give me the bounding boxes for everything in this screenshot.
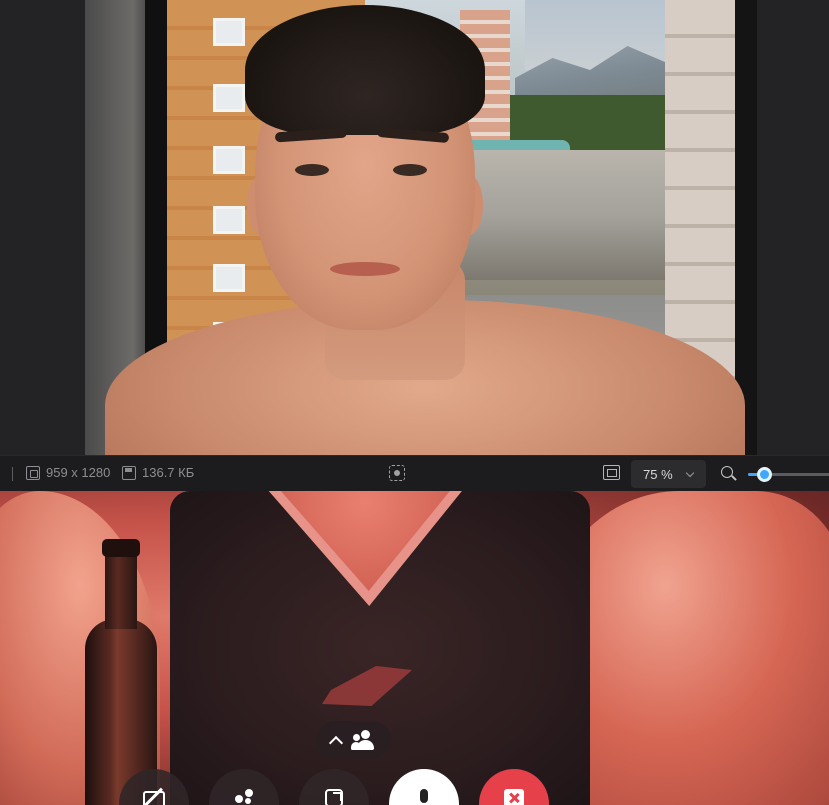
fit-to-window-icon[interactable] xyxy=(603,465,620,480)
hang-up-icon xyxy=(504,789,524,805)
camera-off-icon xyxy=(143,789,165,805)
participants-toggle[interactable] xyxy=(317,721,391,758)
screen: 959 x 1280 136.7 КБ 75 % xyxy=(0,0,829,805)
image-size-icon xyxy=(26,465,40,480)
zoom-level-dropdown[interactable]: 75 % xyxy=(631,460,706,488)
bottle xyxy=(85,539,157,805)
zoom-level-value: 75 % xyxy=(643,466,673,482)
file-size: 136.7 КБ xyxy=(122,465,194,480)
video-call-feed xyxy=(0,491,829,805)
participants-icon xyxy=(351,729,377,750)
toolbar-divider xyxy=(12,467,13,481)
effects-icon xyxy=(233,789,255,805)
viewer-toolbar: 959 x 1280 136.7 КБ 75 % xyxy=(0,455,829,491)
focus-frame-icon[interactable] xyxy=(389,465,405,481)
selfie-photo xyxy=(85,0,757,455)
chevron-up-icon xyxy=(328,735,344,750)
share-icon xyxy=(325,789,343,805)
image-dimensions-label: 959 x 1280 xyxy=(46,465,111,480)
chevron-down-icon xyxy=(685,468,694,477)
image-viewer xyxy=(0,0,829,455)
save-disk-icon xyxy=(122,465,136,480)
file-size-label: 136.7 КБ xyxy=(142,465,195,480)
zoom-slider[interactable] xyxy=(748,467,829,482)
magnifier-icon[interactable] xyxy=(721,466,733,478)
microphone-icon xyxy=(418,789,430,805)
image-dimensions: 959 x 1280 xyxy=(26,465,110,480)
zoom-slider-handle[interactable] xyxy=(756,467,772,482)
